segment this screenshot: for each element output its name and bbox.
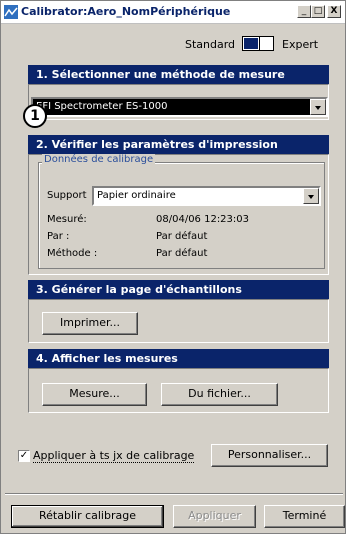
toggle-knob	[244, 38, 258, 49]
chevron-down-icon[interactable]	[310, 99, 326, 115]
restore-calibration-button[interactable]: Rétablir calibrage	[11, 505, 164, 528]
footer-divider	[5, 493, 343, 495]
print-button[interactable]: Imprimer...	[42, 312, 138, 335]
mode-expert-label: Expert	[282, 38, 319, 51]
section-2-header: 2. Vérifier les paramètres d'impression	[28, 135, 329, 154]
title-bar[interactable]: Calibrator:Aero_NomPériphérique _ □ X	[1, 1, 345, 24]
mode-standard-label: Standard	[185, 38, 236, 51]
support-label: Support	[47, 190, 87, 201]
mode-toggle[interactable]	[242, 36, 274, 51]
section-4-header: 4. Afficher les mesures	[28, 349, 329, 368]
from-file-button[interactable]: Du fichier...	[161, 383, 278, 406]
calibration-data-group-label: Données de calibrage	[42, 154, 156, 165]
measurement-method-dropdown[interactable]: EFI Spectrometer ES-1000	[31, 97, 328, 117]
calibrator-window: Calibrator:Aero_NomPériphérique _ □ X St…	[0, 0, 346, 534]
method-value: Par défaut	[156, 248, 208, 259]
app-icon	[4, 5, 18, 19]
maximize-button[interactable]: □	[311, 5, 325, 18]
done-button[interactable]: Terminé	[264, 505, 345, 528]
apply-all-checkbox[interactable]: ✓	[18, 450, 30, 462]
measurement-method-value: EFI Spectrometer ES-1000	[36, 101, 168, 112]
support-dropdown[interactable]: Papier ordinaire	[92, 186, 321, 206]
section-1-header: 1. Sélectionner une méthode de mesure	[28, 65, 329, 84]
method-label: Méthode :	[47, 248, 98, 259]
close-button[interactable]: X	[327, 5, 341, 18]
measure-button[interactable]: Mesure...	[42, 383, 147, 406]
by-label: Par :	[47, 231, 70, 242]
by-value: Par défaut	[156, 231, 208, 242]
window-title: Calibrator:Aero_NomPériphérique	[21, 5, 231, 18]
customize-button[interactable]: Personnaliser...	[211, 444, 328, 467]
support-value: Papier ordinaire	[97, 190, 176, 201]
section-3-header: 3. Générer la page d'échantillons	[28, 280, 329, 299]
minimize-button[interactable]: _	[297, 5, 311, 18]
step-callout-badge: 1	[23, 104, 47, 128]
apply-all-label[interactable]: Appliquer à ts jx de calibrage	[33, 449, 195, 463]
measured-value: 08/04/06 12:23:03	[156, 214, 250, 225]
apply-button: Appliquer	[173, 505, 256, 528]
measured-label: Mesuré:	[47, 214, 87, 225]
chevron-down-icon[interactable]	[303, 188, 319, 204]
